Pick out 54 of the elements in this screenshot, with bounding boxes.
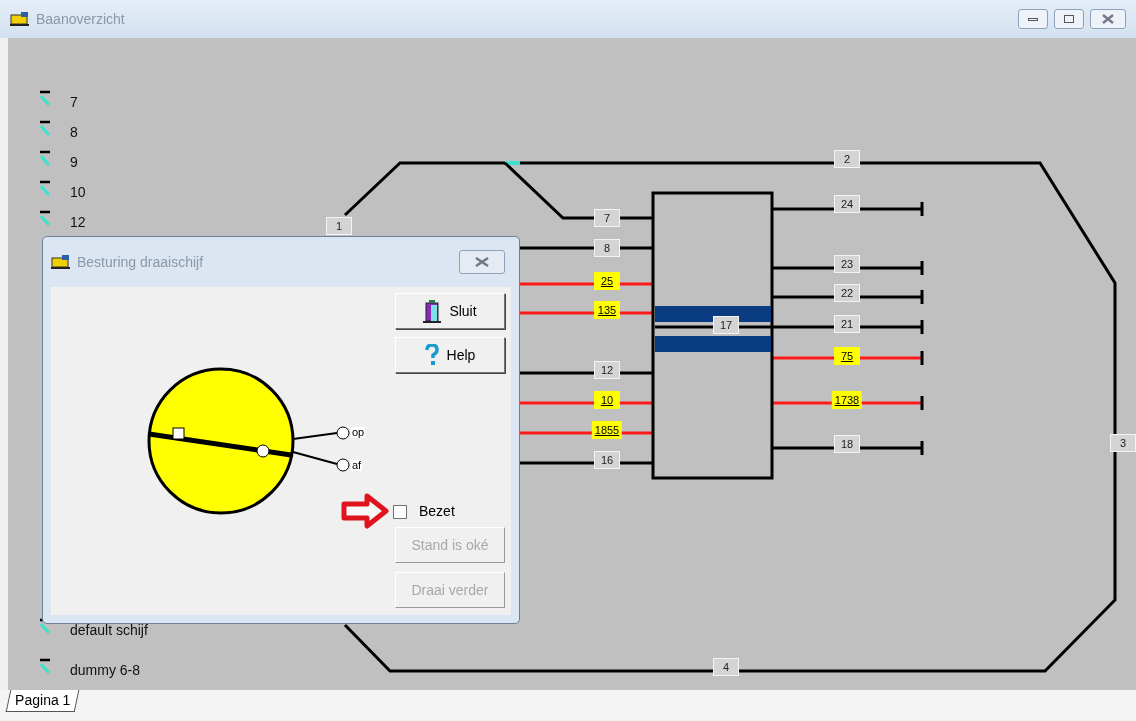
block-label[interactable]: 23: [834, 255, 860, 273]
block-label[interactable]: 8: [594, 239, 620, 257]
block-label[interactable]: 135: [594, 301, 620, 319]
block-label[interactable]: 10: [594, 391, 620, 409]
turnout-icon: [40, 120, 52, 138]
block-label[interactable]: 17: [713, 316, 739, 334]
minimize-button[interactable]: [1018, 9, 1048, 29]
legend-label: dummy 6-8: [70, 661, 141, 680]
arrow-icon: [341, 493, 389, 529]
legend-label: 12: [70, 213, 86, 232]
turnout-icon: [40, 180, 52, 198]
door-icon: [423, 299, 442, 323]
switch-marker: [505, 161, 520, 165]
close-icon: [1102, 14, 1114, 24]
block-label[interactable]: 24: [834, 195, 860, 213]
window-title: Baanoverzicht: [36, 9, 125, 29]
turnout-icon: [40, 658, 52, 676]
close-button[interactable]: Sluit: [395, 293, 505, 329]
block-label[interactable]: 1855: [591, 421, 623, 439]
train-icon: [10, 11, 30, 27]
exit-label: af: [351, 460, 363, 471]
exit-label: op: [351, 427, 366, 438]
legend-label: 10: [70, 183, 86, 202]
block-label[interactable]: 2: [834, 150, 860, 168]
block-label[interactable]: 1: [326, 217, 352, 235]
train-icon: [51, 254, 71, 270]
block-label[interactable]: 75: [834, 347, 860, 365]
checkbox-label: Bezet: [419, 502, 455, 521]
legend-label: 7: [70, 93, 78, 112]
block-label[interactable]: 25: [594, 272, 620, 290]
checkbox[interactable]: [393, 504, 407, 519]
dialog-title: Besturing draaischijf: [77, 252, 204, 272]
block-label[interactable]: 12: [594, 361, 620, 379]
maximize-button[interactable]: [1054, 9, 1084, 29]
block-label[interactable]: 18: [834, 435, 860, 453]
close-icon: [475, 257, 489, 267]
page-tab[interactable]: Pagina 1: [5, 690, 80, 712]
block-label[interactable]: 3: [1110, 434, 1136, 452]
turnout-icon: [40, 210, 52, 228]
close-button[interactable]: [459, 250, 505, 274]
close-button[interactable]: [1090, 9, 1126, 29]
turnout-icon: [40, 150, 52, 168]
legend-label: default schijf: [70, 621, 148, 640]
legend-label: 8: [70, 123, 78, 142]
legend-label: 9: [70, 153, 78, 172]
block-label[interactable]: 21: [834, 315, 860, 333]
block-label[interactable]: 4: [713, 658, 739, 676]
block-label[interactable]: 1738: [831, 391, 863, 409]
turnout-icon: [40, 90, 52, 108]
block-label[interactable]: 7: [594, 209, 620, 227]
block-label[interactable]: 16: [594, 451, 620, 469]
help-button[interactable]: Help: [395, 337, 505, 373]
question-mark-icon: [424, 344, 439, 366]
block-label[interactable]: 22: [834, 284, 860, 302]
